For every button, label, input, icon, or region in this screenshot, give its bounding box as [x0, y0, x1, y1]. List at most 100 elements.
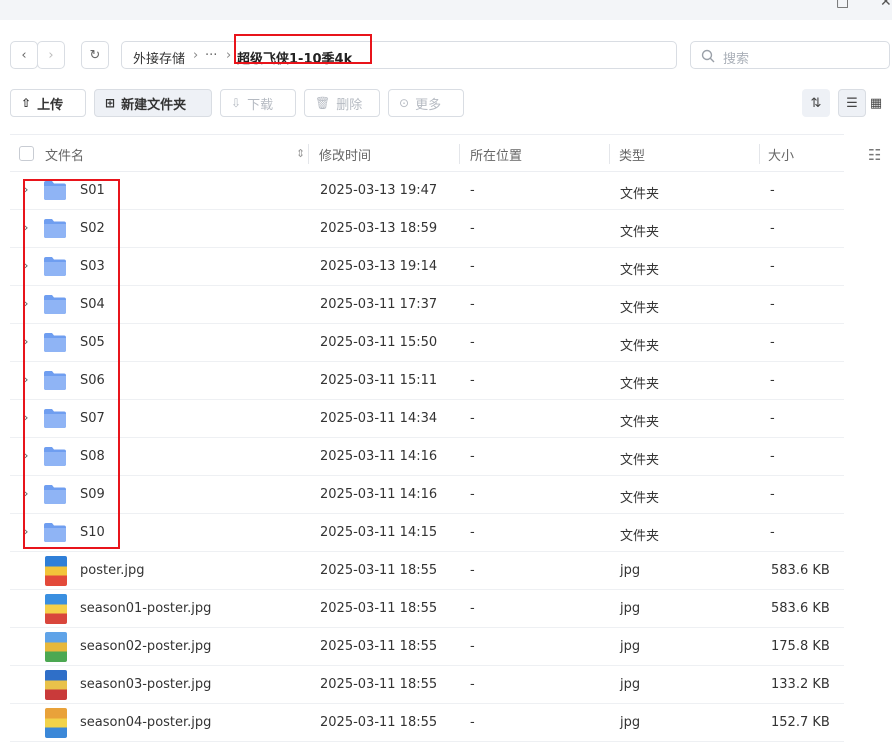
file-type: 文件夹 [620, 453, 660, 468]
more-button[interactable]: ⊙ 更多 [388, 89, 464, 117]
forward-button[interactable]: › [37, 41, 65, 69]
table-row[interactable]: › S06 2025-03-11 15:11- 文件夹 - [10, 362, 844, 400]
search-icon [701, 49, 715, 63]
file-size: - [770, 259, 775, 274]
table-row[interactable]: › S03 2025-03-13 19:14- 文件夹 - [10, 248, 844, 286]
upload-icon: ⇧ [21, 96, 32, 110]
modified-time: 2025-03-13 19:14 [320, 259, 438, 274]
column-type[interactable]: 类型 [619, 145, 645, 164]
column-modified[interactable]: 修改时间 [319, 145, 371, 164]
table-row[interactable]: season03-poster.jpg 2025-03-11 18:55 - jpg 1… [10, 666, 844, 704]
file-location: - [470, 715, 475, 730]
image-thumbnail [45, 632, 67, 662]
sort-icon: ⇅ [810, 95, 822, 111]
file-name: poster.jpg [80, 563, 145, 578]
breadcrumb-ellipsis[interactable]: ··· [205, 48, 217, 63]
column-size[interactable]: 大小 [768, 145, 794, 164]
file-type: 文件夹 [620, 263, 660, 278]
new-folder-button[interactable]: ⊞ 新建文件夹 [94, 89, 212, 117]
upload-button[interactable]: ⇧ 上传 [10, 89, 86, 117]
image-thumbnail [45, 594, 67, 624]
file-location: - [470, 411, 475, 426]
file-location: - [470, 601, 475, 616]
file-size: - [770, 373, 775, 388]
table-row[interactable]: › S02 2025-03-13 18:59- 文件夹 - [10, 210, 844, 248]
image-thumbnail [45, 670, 67, 700]
table-row[interactable]: › S01 2025-03-13 19:47- 文件夹 - [10, 172, 844, 210]
select-all-checkbox[interactable] [19, 146, 34, 161]
download-button[interactable]: ⇩ 下载 [220, 89, 296, 117]
table-row[interactable]: › S04 2025-03-11 17:37- 文件夹 - [10, 286, 844, 324]
breadcrumb-root[interactable]: 外接存储 [133, 48, 185, 67]
refresh-button[interactable]: ↻ [81, 41, 109, 69]
folders-highlight-box [23, 179, 120, 549]
breadcrumb-separator: › [226, 48, 232, 63]
column-divider [459, 144, 460, 164]
file-type: 文件夹 [620, 301, 660, 316]
modified-time: 2025-03-11 14:16 [320, 487, 438, 502]
file-location: - [470, 639, 475, 654]
sort-arrows-icon[interactable]: ⇕ [296, 147, 305, 160]
modified-time: 2025-03-11 18:55 [320, 601, 438, 616]
breadcrumb-highlight-box [234, 34, 372, 64]
search-input[interactable]: 搜索 [690, 41, 890, 69]
file-type: jpg [620, 715, 641, 730]
file-type: jpg [620, 639, 641, 654]
file-location: - [470, 525, 475, 540]
file-size: 133.2 KB [771, 677, 830, 692]
back-button[interactable]: ‹ [10, 41, 38, 69]
toolbar: ⇧ 上传 ⊞ 新建文件夹 ⇩ 下载 🗑 删除 ⊙ 更多 ⇅ ☰ ▦ [0, 88, 892, 118]
file-location: - [470, 563, 475, 578]
column-name[interactable]: 文件名 [45, 145, 84, 164]
breadcrumb-separator: › [193, 48, 199, 63]
table-row[interactable]: › S08 2025-03-11 14:16- 文件夹 - [10, 438, 844, 476]
file-type: 文件夹 [620, 377, 660, 392]
file-size: - [770, 335, 775, 350]
file-type: jpg [620, 677, 641, 692]
file-type: jpg [620, 601, 641, 616]
grid-view-button[interactable]: ▦ [862, 89, 890, 117]
close-icon[interactable]: ✕ [880, 0, 892, 10]
table-row[interactable]: › S10 2025-03-11 14:15- 文件夹 - [10, 514, 844, 552]
file-name: season03-poster.jpg [80, 677, 212, 692]
trash-icon: 🗑 [315, 96, 331, 110]
file-type: 文件夹 [620, 225, 660, 240]
column-settings-icon[interactable]: ☷ [868, 146, 881, 164]
file-location: - [470, 221, 475, 236]
table-row[interactable]: › S05 2025-03-11 15:50- 文件夹 - [10, 324, 844, 362]
image-thumbnail [45, 556, 67, 586]
grid-view-icon: ▦ [869, 95, 883, 111]
table-row[interactable]: season02-poster.jpg 2025-03-11 18:55 - jpg 1… [10, 628, 844, 666]
file-name: season04-poster.jpg [80, 715, 212, 730]
file-location: - [470, 297, 475, 312]
file-type: 文件夹 [620, 339, 660, 354]
file-size: 152.7 KB [771, 715, 830, 730]
file-location: - [470, 183, 475, 198]
new-folder-icon: ⊞ [105, 96, 116, 110]
file-location: - [470, 373, 475, 388]
file-size: - [770, 449, 775, 464]
file-size: 583.6 KB [771, 563, 830, 578]
file-name: season01-poster.jpg [80, 601, 212, 616]
file-size: 175.8 KB [771, 639, 830, 654]
file-location: - [470, 335, 475, 350]
modified-time: 2025-03-11 18:55 [320, 639, 438, 654]
table-row[interactable]: poster.jpg 2025-03-11 18:55 - jpg 583.6 KB [10, 552, 844, 590]
file-size: - [770, 183, 775, 198]
table-row[interactable]: › S09 2025-03-11 14:16- 文件夹 - [10, 476, 844, 514]
file-table: 文件名 ⇕ 修改时间 所在位置 类型 大小 › S01 2025-03-13 19:… [10, 134, 844, 742]
window-titlebar: □ ✕ [0, 0, 892, 20]
table-row[interactable]: season01-poster.jpg 2025-03-11 18:55 - jpg 5… [10, 590, 844, 628]
delete-button[interactable]: 🗑 删除 [304, 89, 380, 117]
file-size: - [770, 525, 775, 540]
column-location[interactable]: 所在位置 [470, 145, 522, 164]
more-icon: ⊙ [399, 96, 410, 110]
table-row[interactable]: season04-poster.jpg 2025-03-11 18:55 - jpg 1… [10, 704, 844, 742]
image-thumbnail [45, 708, 67, 738]
table-body: › S01 2025-03-13 19:47- 文件夹 - › S02 2025-03-13 … [10, 172, 844, 742]
sort-button[interactable]: ⇅ [802, 89, 830, 117]
file-location: - [470, 259, 475, 274]
table-row[interactable]: › S07 2025-03-11 14:34- 文件夹 - [10, 400, 844, 438]
maximize-icon[interactable]: □ [836, 0, 849, 10]
column-divider [308, 144, 309, 164]
